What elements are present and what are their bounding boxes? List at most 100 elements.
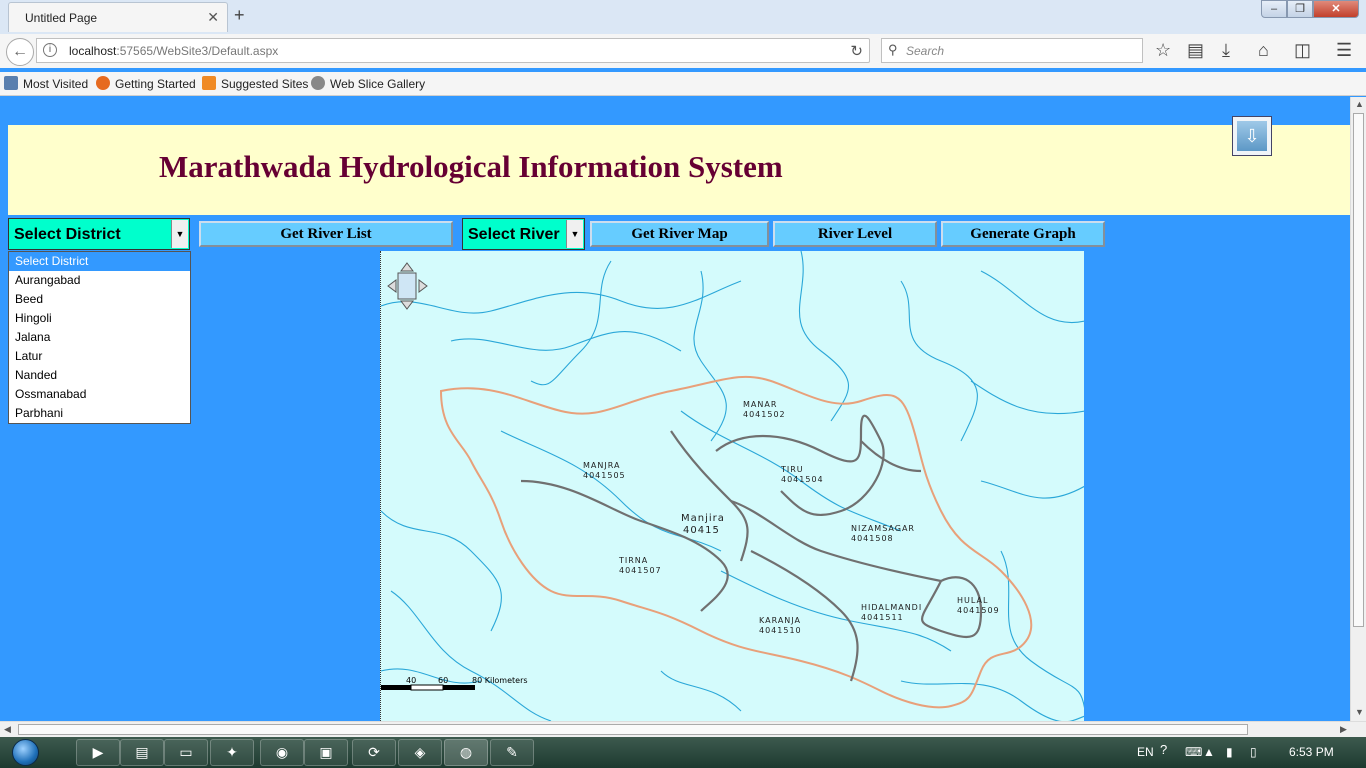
tab-close-icon[interactable]: ✕ — [207, 9, 219, 26]
river-map[interactable]: MANAR 4041502 MANJRA 4041505 TIRU 404150… — [380, 251, 1084, 721]
paint-icon[interactable]: ✎ — [490, 739, 534, 766]
district-option[interactable]: Ossmanabad — [9, 385, 190, 404]
bookmark-star-icon[interactable]: ☆ — [1155, 40, 1171, 61]
scroll-right-icon[interactable]: ▶ — [1340, 724, 1347, 735]
address-bar[interactable]: i localhost:57565/WebSite3/Default.aspx … — [36, 38, 870, 63]
scale-bar: 40 60 80 Kilometers — [381, 676, 528, 691]
tab-title: Untitled Page — [25, 11, 98, 25]
windows-taskbar: ▶ ▤ ▭ ✦ ◉ ▣ ⟳ ◈ ◍ ✎ EN ? ⌨ ▲ ▮ ▯ 6:53 PM — [0, 737, 1366, 768]
start-button[interactable] — [6, 737, 44, 768]
district-option[interactable]: Latur — [9, 347, 190, 366]
reload-icon[interactable]: ↻ — [850, 42, 863, 60]
horizontal-scroll-thumb[interactable] — [18, 724, 1248, 735]
basin-label: MANAR — [743, 400, 777, 409]
basin-code: 4041504 — [781, 475, 824, 484]
bookmark-folder-icon — [4, 76, 18, 90]
search-input[interactable]: ⚲ Search — [881, 38, 1143, 63]
generate-graph-button[interactable]: Generate Graph — [941, 221, 1105, 247]
language-indicator[interactable]: EN — [1137, 745, 1154, 759]
district-option[interactable]: Jalana — [9, 328, 190, 347]
downloads-icon[interactable]: ⤓ — [1222, 40, 1230, 61]
bookmark-most-visited[interactable]: Most Visited — [4, 76, 88, 91]
new-tab-icon[interactable]: + — [234, 5, 245, 26]
url-text: localhost:57565/WebSite3/Default.aspx — [69, 44, 279, 58]
search-placeholder: Search — [906, 44, 945, 58]
home-icon[interactable]: ⌂ — [1258, 40, 1269, 61]
network-app-icon[interactable]: ⟳ — [352, 739, 396, 766]
browser-titlebar: Untitled Page ✕ + – ❐ ✕ — [0, 0, 1366, 34]
network-signal-icon[interactable]: ▮ — [1226, 745, 1233, 759]
header-image: ⇩ — [1232, 116, 1272, 156]
menu-icon[interactable]: ☰ — [1336, 40, 1352, 61]
globe-icon — [311, 76, 325, 90]
media-player-icon[interactable]: ▶ — [76, 739, 120, 766]
bookmark-suggested-sites[interactable]: Suggested Sites — [202, 76, 308, 91]
basin-label: TIRNA — [618, 556, 648, 565]
vertical-scroll-thumb[interactable] — [1353, 113, 1364, 627]
back-arrow-icon[interactable]: ← — [6, 38, 34, 66]
clock-time[interactable]: 6:53 PM — [1289, 745, 1334, 759]
horizontal-scrollbar[interactable]: ◀ ▶ — [0, 721, 1366, 737]
bookmark-getting-started[interactable]: Getting Started — [96, 76, 196, 91]
chevron-down-icon[interactable]: ▼ — [566, 220, 583, 248]
window-minimize-button[interactable]: – — [1261, 0, 1287, 18]
district-option[interactable]: Beed — [9, 290, 190, 309]
help-icon[interactable]: ? — [1160, 742, 1167, 757]
basin-code: 4041510 — [759, 626, 802, 635]
river-line — [381, 668, 482, 684]
river-line — [970, 380, 1084, 415]
bookmark-web-slice-gallery[interactable]: Web Slice Gallery — [311, 76, 425, 91]
district-option[interactable]: Parbhani — [9, 404, 190, 423]
district-option[interactable]: Nanded — [9, 366, 190, 385]
district-option[interactable]: Hingoli — [9, 309, 190, 328]
basin-label: TIRU — [780, 465, 804, 474]
river-select[interactable]: Select River ▼ — [462, 218, 585, 250]
app-icon[interactable]: ✦ — [210, 739, 254, 766]
browser-navbar: ← i localhost:57565/WebSite3/Default.asp… — [0, 34, 1366, 68]
window-close-button[interactable]: ✕ — [1313, 0, 1359, 18]
basin-label: Manjira — [681, 513, 725, 524]
basin-code: 4041509 — [957, 606, 1000, 615]
district-option[interactable]: Select District — [9, 252, 190, 271]
district-select[interactable]: Select District ▼ — [8, 218, 190, 250]
river-line — [693, 270, 727, 442]
district-dropdown-list[interactable]: Select District Aurangabad Beed Hingoli … — [8, 251, 191, 424]
basin-label: KARANJA — [759, 616, 801, 625]
river-map-svg: MANAR 4041502 MANJRA 4041505 TIRU 404150… — [381, 251, 1084, 721]
pocket-icon[interactable]: ◫ — [1294, 40, 1311, 61]
river-line — [980, 480, 1084, 499]
get-river-list-button[interactable]: Get River List — [199, 221, 453, 247]
river-line — [900, 280, 978, 442]
get-river-map-button[interactable]: Get River Map — [590, 221, 769, 247]
chevron-down-icon[interactable]: ▼ — [171, 220, 188, 248]
river-line — [1000, 550, 1084, 709]
tray-expand-icon[interactable]: ▲ — [1203, 745, 1215, 759]
window-restore-button[interactable]: ❐ — [1287, 0, 1313, 18]
vertical-scrollbar[interactable]: ▲ ▼ — [1350, 97, 1366, 721]
district-option[interactable]: Aurangabad — [9, 271, 190, 290]
app-window-icon[interactable]: ▣ — [304, 739, 348, 766]
sub-basin-line — [670, 430, 749, 562]
basin-boundary — [439, 375, 1033, 709]
box-app-icon[interactable]: ◈ — [398, 739, 442, 766]
basin-code: 4041507 — [619, 566, 662, 575]
river-line — [900, 680, 1084, 721]
chrome-icon[interactable]: ◉ — [260, 739, 304, 766]
explorer-icon[interactable]: ▭ — [164, 739, 208, 766]
browser-tab[interactable]: Untitled Page ✕ — [8, 2, 228, 32]
suggested-sites-icon — [202, 76, 216, 90]
bookmarks-toolbar: Most Visited Getting Started Suggested S… — [0, 72, 1366, 96]
firefox-taskbar-icon[interactable]: ◍ — [444, 739, 488, 766]
battery-icon[interactable]: ▯ — [1250, 745, 1257, 759]
river-line — [381, 280, 742, 314]
reading-list-icon[interactable]: ▤ — [1187, 40, 1204, 61]
river-level-button[interactable]: River Level — [773, 221, 937, 247]
scroll-down-icon[interactable]: ▼ — [1355, 707, 1364, 717]
devices-icon[interactable]: ⌨ — [1185, 745, 1202, 759]
notepad-icon[interactable]: ▤ — [120, 739, 164, 766]
river-line — [530, 260, 612, 386]
scroll-left-icon[interactable]: ◀ — [4, 724, 11, 735]
site-info-icon[interactable]: i — [43, 43, 57, 57]
scroll-up-icon[interactable]: ▲ — [1355, 99, 1364, 109]
river-line — [390, 590, 552, 721]
